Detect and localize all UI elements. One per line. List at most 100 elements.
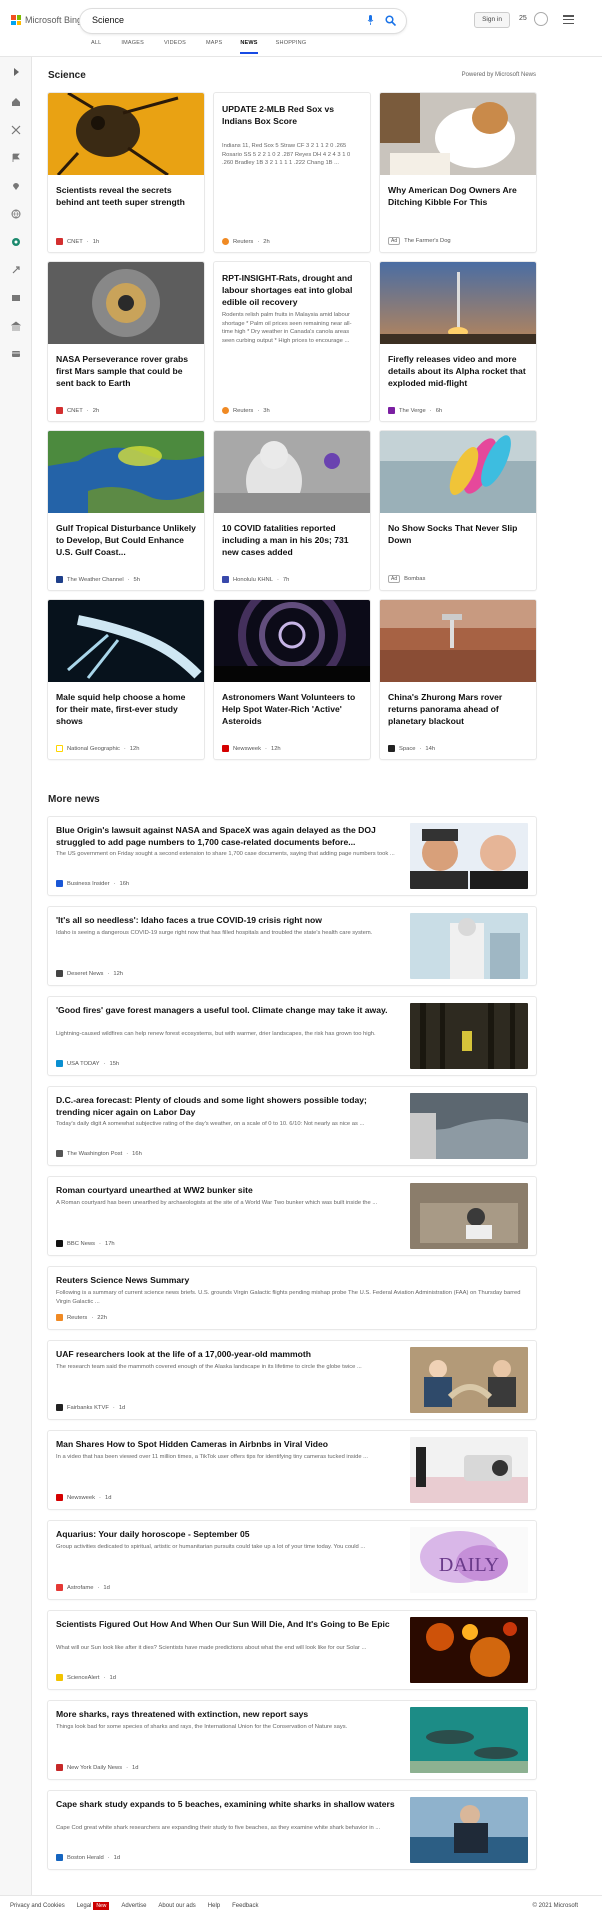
news-thumbnail[interactable]: DAILY bbox=[410, 1527, 528, 1593]
rewards-icon[interactable] bbox=[534, 12, 548, 26]
card-source[interactable]: CNET · 2h bbox=[56, 407, 99, 414]
news-source[interactable]: USA TODAY · 15h bbox=[56, 1060, 119, 1067]
news-list-item[interactable]: More sharks, rays threatened with extinc… bbox=[48, 1701, 536, 1779]
news-title[interactable]: UAF researchers look at the life of a 17… bbox=[56, 1348, 396, 1360]
news-source[interactable]: Astrofame · 1d bbox=[56, 1584, 110, 1591]
news-list-item[interactable]: Scientists Figured Out How And When Our … bbox=[48, 1611, 536, 1689]
card-source[interactable]: CNET · 1h bbox=[56, 238, 99, 245]
about-ads-link[interactable]: About our ads bbox=[158, 1903, 195, 1909]
news-list-item[interactable]: Cape shark study expands to 5 beaches, e… bbox=[48, 1791, 536, 1869]
news-title[interactable]: Blue Origin's lawsuit against NASA and S… bbox=[56, 824, 396, 848]
card-title[interactable]: Gulf Tropical Disturbance Unlikely to De… bbox=[56, 522, 198, 558]
news-list-item[interactable]: 'It's all so needless': Idaho faces a tr… bbox=[48, 907, 536, 985]
news-source[interactable]: The Washington Post · 16h bbox=[56, 1150, 142, 1157]
search-input[interactable]: Science bbox=[92, 15, 124, 25]
expand-icon[interactable] bbox=[11, 67, 21, 77]
news-title[interactable]: Man Shares How to Spot Hidden Cameras in… bbox=[56, 1438, 396, 1450]
news-source[interactable]: BBC News · 17h bbox=[56, 1240, 115, 1247]
news-list-item[interactable]: Aquarius: Your daily horoscope - Septemb… bbox=[48, 1521, 536, 1599]
card-source[interactable]: Reuters · 2h bbox=[222, 238, 270, 245]
card-source[interactable]: The Verge · 6h bbox=[388, 407, 442, 414]
news-list-item[interactable]: Man Shares How to Spot Hidden Cameras in… bbox=[48, 1431, 536, 1509]
news-thumbnail[interactable] bbox=[410, 1797, 528, 1863]
card-source[interactable]: Newsweek · 12h bbox=[222, 745, 281, 752]
entertainment-icon[interactable] bbox=[11, 293, 21, 303]
sign-in-button[interactable]: Sign in bbox=[474, 12, 510, 28]
news-title[interactable]: 'Good fires' gave forest managers a usef… bbox=[56, 1004, 396, 1016]
news-source[interactable]: Newsweek · 1d bbox=[56, 1494, 111, 1501]
sports-icon[interactable] bbox=[11, 125, 21, 135]
card-source[interactable]: Ad The Farmer's Dog bbox=[388, 237, 451, 245]
privacy-link[interactable]: Privacy and Cookies bbox=[10, 1903, 65, 1909]
news-card[interactable]: 10 COVID fatalities reported including a… bbox=[214, 431, 370, 590]
ad-card[interactable]: No Show Socks That Never Slip Down Ad Bom… bbox=[380, 431, 536, 590]
news-card[interactable]: UPDATE 2-MLB Red Sox vs Indians Box Scor… bbox=[214, 93, 370, 252]
card-title[interactable]: China's Zhurong Mars rover returns panor… bbox=[388, 691, 530, 727]
news-title[interactable]: 'It's all so needless': Idaho faces a tr… bbox=[56, 914, 396, 926]
technology-icon[interactable] bbox=[11, 265, 21, 275]
news-thumbnail[interactable] bbox=[410, 913, 528, 979]
news-title[interactable]: D.C.-area forecast: Plenty of clouds and… bbox=[56, 1094, 396, 1118]
help-link[interactable]: Help bbox=[208, 1903, 220, 1909]
news-thumbnail[interactable] bbox=[410, 1347, 528, 1413]
news-list-item[interactable]: Blue Origin's lawsuit against NASA and S… bbox=[48, 817, 536, 895]
news-title[interactable]: Scientists Figured Out How And When Our … bbox=[56, 1618, 396, 1630]
news-thumbnail[interactable] bbox=[410, 823, 528, 889]
flag-icon[interactable] bbox=[11, 153, 21, 163]
tab-news[interactable]: NEWS bbox=[240, 40, 258, 54]
news-title[interactable]: Cape shark study expands to 5 beaches, e… bbox=[56, 1798, 396, 1810]
news-title[interactable]: Reuters Science News Summary bbox=[56, 1274, 526, 1286]
news-source[interactable]: Boston Herald · 1d bbox=[56, 1854, 120, 1861]
news-thumbnail[interactable] bbox=[410, 1093, 528, 1159]
news-title[interactable]: More sharks, rays threatened with extinc… bbox=[56, 1708, 396, 1720]
tab-all[interactable]: ALL bbox=[91, 40, 113, 54]
news-list-item[interactable]: Reuters Science News Summary Following is… bbox=[48, 1267, 536, 1329]
tab-maps[interactable]: MAPS bbox=[206, 40, 234, 54]
location-icon[interactable] bbox=[11, 181, 21, 191]
card-title[interactable]: Male squid help choose a home for their … bbox=[56, 691, 198, 727]
news-source[interactable]: ScienceAlert · 1d bbox=[56, 1674, 116, 1681]
news-list-item[interactable]: D.C.-area forecast: Plenty of clouds and… bbox=[48, 1087, 536, 1165]
search-box[interactable]: Science bbox=[80, 9, 406, 33]
advertise-link[interactable]: Advertise bbox=[121, 1903, 146, 1909]
news-card[interactable]: NASA Perseverance rover grabs first Mars… bbox=[48, 262, 204, 421]
card-title[interactable]: Why American Dog Owners Are Ditching Kib… bbox=[388, 184, 530, 208]
money-icon[interactable] bbox=[11, 349, 21, 359]
feedback-link[interactable]: Feedback bbox=[232, 1903, 258, 1909]
globe-icon[interactable] bbox=[11, 209, 21, 219]
card-source[interactable]: The Weather Channel · 5h bbox=[56, 576, 140, 583]
card-title[interactable]: No Show Socks That Never Slip Down bbox=[388, 522, 530, 546]
news-thumbnail[interactable] bbox=[410, 1437, 528, 1503]
news-list-item[interactable]: UAF researchers look at the life of a 17… bbox=[48, 1341, 536, 1419]
card-source[interactable]: Reuters · 3h bbox=[222, 407, 270, 414]
card-source[interactable]: Space · 14h bbox=[388, 745, 435, 752]
tab-images[interactable]: IMAGES bbox=[121, 40, 156, 54]
card-title[interactable]: Astronomers Want Volunteers to Help Spot… bbox=[222, 691, 364, 727]
news-source[interactable]: Reuters · 22h bbox=[56, 1314, 107, 1321]
news-source[interactable]: Business Insider · 16h bbox=[56, 880, 129, 887]
news-list-item[interactable]: 'Good fires' gave forest managers a usef… bbox=[48, 997, 536, 1075]
card-title[interactable]: NASA Perseverance rover grabs first Mars… bbox=[56, 353, 198, 389]
news-list-item[interactable]: Roman courtyard unearthed at WW2 bunker … bbox=[48, 1177, 536, 1255]
card-title[interactable]: UPDATE 2-MLB Red Sox vs Indians Box Scor… bbox=[222, 103, 364, 127]
card-title[interactable]: Scientists reveal the secrets behind ant… bbox=[56, 184, 198, 208]
news-source[interactable]: Deseret News · 12h bbox=[56, 970, 123, 977]
news-card[interactable]: Firefly releases video and more details … bbox=[380, 262, 536, 421]
news-source[interactable]: Fairbanks KTVF · 1d bbox=[56, 1404, 125, 1411]
news-card[interactable]: Astronomers Want Volunteers to Help Spot… bbox=[214, 600, 370, 759]
card-title[interactable]: RPT-INSIGHT-Rats, drought and labour sho… bbox=[222, 272, 364, 308]
news-card[interactable]: Scientists reveal the secrets behind ant… bbox=[48, 93, 204, 252]
card-title[interactable]: Firefly releases video and more details … bbox=[388, 353, 530, 389]
tab-videos[interactable]: VIDEOS bbox=[164, 40, 198, 54]
card-title[interactable]: 10 COVID fatalities reported including a… bbox=[222, 522, 364, 558]
news-title[interactable]: Roman courtyard unearthed at WW2 bunker … bbox=[56, 1184, 396, 1196]
news-card[interactable]: RPT-INSIGHT-Rats, drought and labour sho… bbox=[214, 262, 370, 421]
tab-shopping[interactable]: SHOPPING bbox=[276, 40, 319, 54]
card-source[interactable]: National Geographic · 12h bbox=[56, 745, 139, 752]
news-title[interactable]: Aquarius: Your daily horoscope - Septemb… bbox=[56, 1528, 396, 1540]
home-icon[interactable] bbox=[11, 97, 21, 107]
search-icon[interactable] bbox=[385, 15, 396, 26]
news-thumbnail[interactable] bbox=[410, 1003, 528, 1069]
news-thumbnail[interactable] bbox=[410, 1617, 528, 1683]
card-source[interactable]: Honolulu KHNL · 7h bbox=[222, 576, 289, 583]
